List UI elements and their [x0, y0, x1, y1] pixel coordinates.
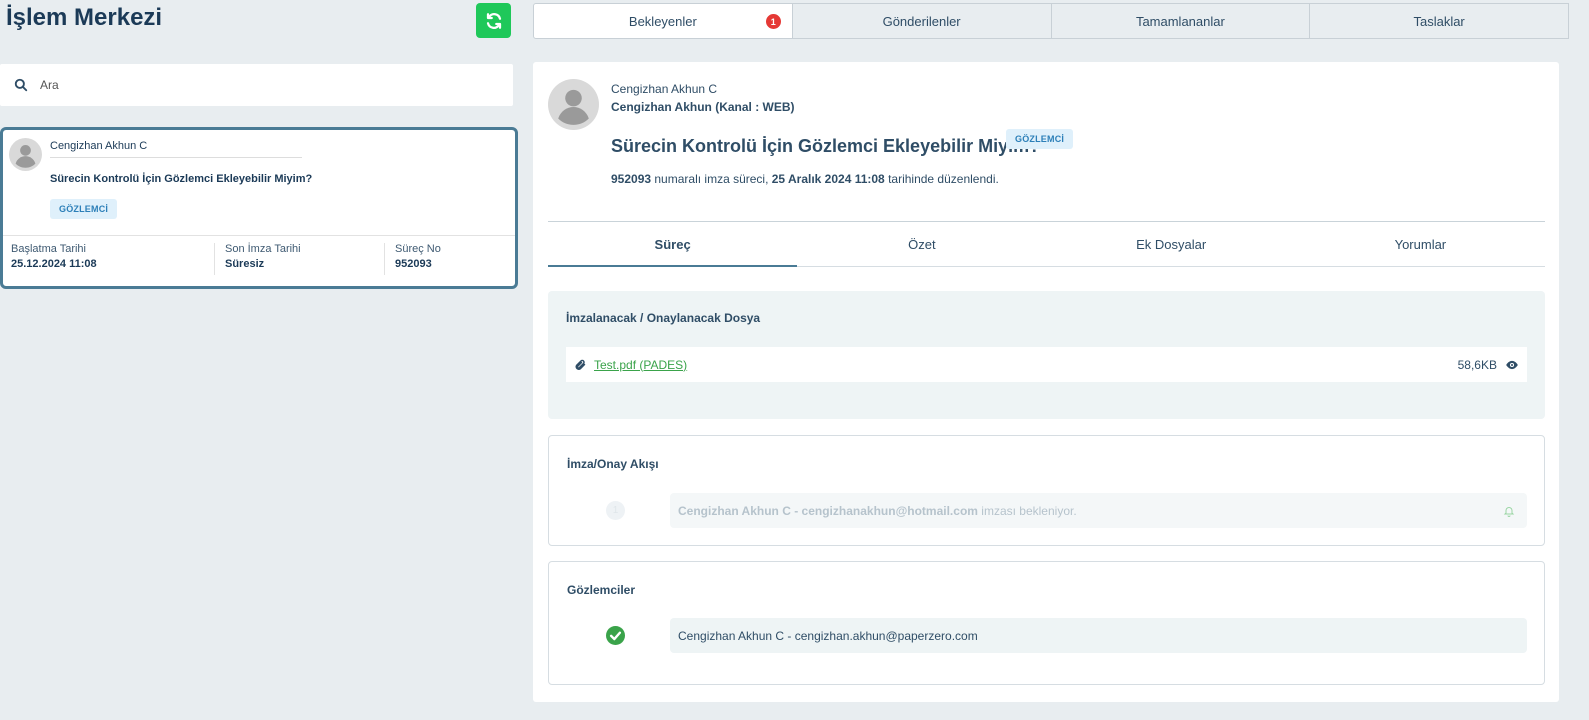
- tab-label: Gönderilenler: [882, 13, 961, 29]
- meta-value: 952093: [395, 258, 432, 270]
- tab-comments[interactable]: Yorumlar: [1296, 222, 1545, 266]
- detail-panel: Cengizhan Akhun C Cengizhan Akhun (Kanal…: [533, 62, 1559, 702]
- file-section: İmzalanacak / Onaylanacak Dosya Test.pdf…: [548, 291, 1545, 419]
- tab-attachments[interactable]: Ek Dosyalar: [1047, 222, 1296, 266]
- page-title: İşlem Merkezi: [6, 4, 163, 31]
- process-card[interactable]: Cengizhan Akhun C Sürecin Kontrolü İçin …: [0, 127, 518, 289]
- meta-last-sign-date: Son İmza Tarihi Süresiz: [214, 243, 301, 275]
- card-meta: Başlatma Tarihi 25.12.2024 11:08 Son İmz…: [3, 235, 515, 287]
- card-subject: Sürecin Kontrolü İçin Gözlemci Ekleyebil…: [50, 173, 313, 185]
- info-text: numaralı imza süreci,: [651, 172, 772, 186]
- meta-process-no: Süreç No 952093: [384, 243, 441, 275]
- tab-drafts[interactable]: Taslaklar: [1310, 3, 1569, 39]
- approval-flow-section: İmza/Onay Akışı 1 Cengizhan Akhun C - ce…: [548, 435, 1545, 546]
- tab-label: Taslaklar: [1413, 13, 1465, 29]
- tab-pending[interactable]: Bekleyenler 1: [533, 3, 793, 39]
- flow-step-text: Cengizhan Akhun C - cengizhanakhun@hotma…: [678, 504, 1077, 518]
- file-link[interactable]: Test.pdf (PADES): [594, 358, 687, 372]
- detail-tabs: Süreç Özet Ek Dosyalar Yorumlar: [548, 221, 1545, 267]
- detail-title: Sürecin Kontrolü İçin Gözlemci Ekleyebil…: [611, 136, 1041, 156]
- avatar: [548, 79, 599, 130]
- process-number: 952093: [611, 172, 652, 186]
- search-box: [0, 64, 513, 106]
- refresh-button[interactable]: [476, 3, 511, 38]
- detail-channel: Cengizhan Akhun (Kanal : WEB): [611, 100, 795, 114]
- file-size: 58,6KB: [1457, 357, 1497, 372]
- left-column: İşlem Merkezi Cengizhan Akhun C Sürecin …: [0, 0, 520, 720]
- observers-section: Gözlemciler Cengizhan Akhun C - cengizha…: [548, 561, 1545, 685]
- tab-label: Tamamlananlar: [1135, 13, 1225, 29]
- file-row: Test.pdf (PADES) 58,6KB: [566, 347, 1527, 382]
- signer-name: Cengizhan Akhun C - cengizhanakhun@hotma…: [678, 503, 978, 518]
- paperclip-icon: [575, 359, 586, 370]
- observer-row: Cengizhan Akhun C - cengizhan.akhun@pape…: [670, 618, 1527, 653]
- step-number: 1: [606, 501, 625, 520]
- process-date: 25 Aralık 2024 11:08: [771, 172, 885, 186]
- tab-process[interactable]: Süreç: [548, 222, 798, 267]
- search-icon: [14, 77, 30, 93]
- info-text: tarihinde düzenlendi.: [884, 172, 999, 186]
- tab-completed[interactable]: Tamamlananlar: [1051, 3, 1311, 39]
- role-badge: GÖZLEMCİ: [50, 199, 118, 219]
- section-title: İmzalanacak / Onaylanacak Dosya: [566, 311, 761, 325]
- avatar: [9, 138, 42, 171]
- meta-label: Son İmza Tarihi: [225, 243, 301, 255]
- meta-value: Süresiz: [225, 258, 265, 270]
- pending-count-badge: 1: [765, 14, 781, 29]
- observer-entry: Cengizhan Akhun C - cengizhan.akhun@pape…: [678, 628, 978, 643]
- meta-label: Başlatma Tarihi: [11, 243, 86, 255]
- flow-step-row: Cengizhan Akhun C - cengizhanakhun@hotma…: [670, 493, 1527, 528]
- check-circle-icon: [606, 626, 625, 645]
- section-title: Gözlemciler: [567, 583, 636, 597]
- bell-icon[interactable]: [1503, 504, 1515, 518]
- detail-sender: Cengizhan Akhun C: [611, 82, 718, 96]
- signer-status: imzası bekleniyor.: [977, 503, 1077, 518]
- search-input[interactable]: [40, 78, 480, 92]
- meta-label: Süreç No: [395, 243, 441, 255]
- card-sender: Cengizhan Akhun C: [50, 140, 148, 152]
- meta-value: 25.12.2024 11:08: [11, 258, 97, 270]
- meta-start-date: Başlatma Tarihi 25.12.2024 11:08: [11, 243, 97, 275]
- status-tabs: Bekleyenler 1 Gönderilenler Tamamlananla…: [533, 3, 1569, 39]
- refresh-icon: [486, 12, 501, 29]
- tab-sent[interactable]: Gönderilenler: [792, 3, 1052, 39]
- tab-summary[interactable]: Özet: [797, 222, 1046, 266]
- eye-icon[interactable]: [1505, 360, 1519, 370]
- section-title: İmza/Onay Akışı: [567, 457, 659, 471]
- tab-label: Bekleyenler: [628, 13, 697, 29]
- role-badge: GÖZLEMCİ: [1006, 129, 1074, 149]
- card-divider: [50, 157, 302, 158]
- detail-info: 952093 numaralı imza süreci, 25 Aralık 2…: [611, 172, 999, 186]
